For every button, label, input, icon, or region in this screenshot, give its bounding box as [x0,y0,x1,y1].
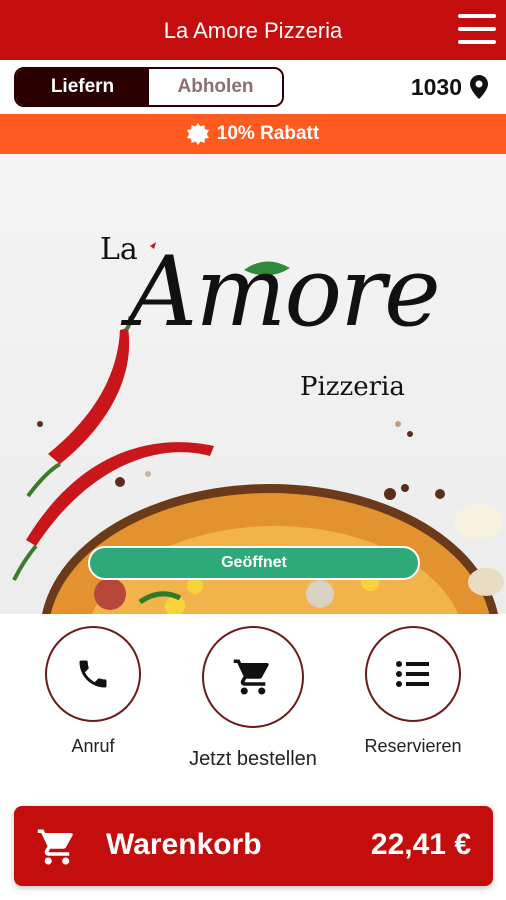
cart-total: 22,41 € [370,828,471,861]
app-header: La Amore Pizzeria [0,0,506,60]
quick-actions: Anruf Jetzt bestellen Reservieren [0,614,506,794]
order-mode-bar: Liefern Abholen 1030 [0,60,506,114]
pickup-option[interactable]: Abholen [149,69,282,105]
hamburger-menu-icon[interactable] [458,14,496,44]
order-now-label: Jetzt bestellen [189,748,317,770]
call-label: Anruf [71,736,115,756]
discount-banner: 10% Rabatt [0,114,506,154]
discount-text: 10% Rabatt [216,123,320,144]
hero-food-illustration [12,242,504,614]
badge-icon [186,123,209,145]
cart-button[interactable]: Warenkorb 22,41 € [14,806,493,886]
logo-pizzeria: Pizzeria [300,372,405,402]
cart-label: Warenkorb [106,828,262,861]
location-pin-icon [470,75,488,99]
postal-code: 1030 [410,73,462,100]
order-now-button[interactable]: Jetzt bestellen [178,626,328,771]
reserve-button[interactable]: Reservieren [338,626,488,757]
app-title: La Amore Pizzeria [163,18,343,43]
list-icon [396,661,429,687]
deliver-option[interactable]: Liefern [16,69,149,105]
cart-icon [233,659,269,695]
open-status-button[interactable]: Geöffnet [88,546,420,580]
phone-icon [79,660,107,688]
hero-banner: La Amore Pizzeria Geöffnet [0,154,506,614]
delivery-mode-toggle: Liefern Abholen [14,67,284,107]
call-button[interactable]: Anruf [18,626,168,757]
reserve-label: Reservieren [364,736,462,756]
cart-icon [37,829,73,865]
postal-code-selector[interactable]: 1030 [411,72,488,102]
logo-amore: Amore [128,236,441,348]
